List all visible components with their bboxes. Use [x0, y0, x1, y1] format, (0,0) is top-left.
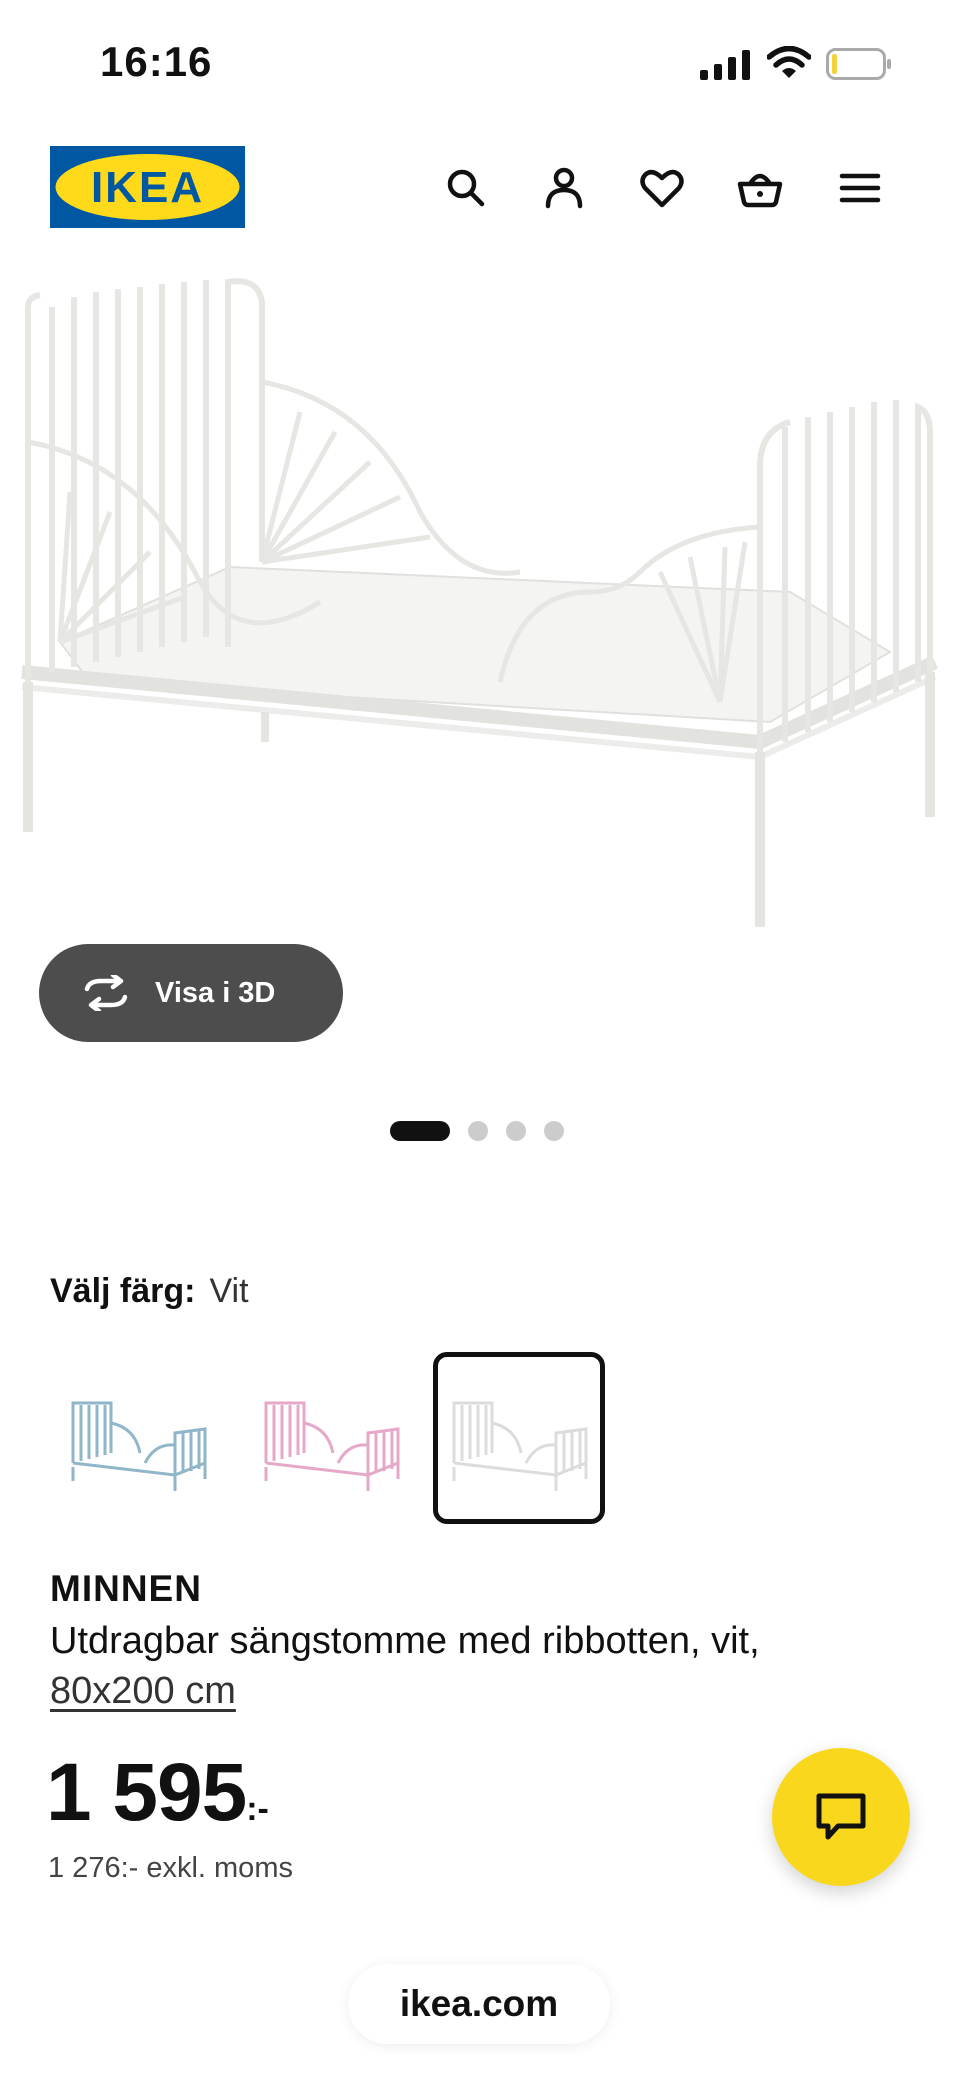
price-excl-vat: 1 276:- exkl. moms: [48, 1852, 293, 1884]
browser-url-bar[interactable]: ikea.com: [348, 1964, 610, 2044]
color-selector-row: Välj färg: Vit: [50, 1272, 249, 1311]
product-size-link[interactable]: 80x200 cm: [50, 1670, 236, 1712]
cellular-signal-icon: [700, 50, 750, 80]
color-swatch-blue[interactable]: [52, 1352, 224, 1524]
account-button[interactable]: [538, 162, 590, 214]
view-3d-label: Visa i 3D: [155, 976, 276, 1009]
carousel-dot-1[interactable]: [390, 1121, 450, 1141]
chat-icon: [816, 1793, 866, 1840]
price-suffix: :-: [246, 1790, 269, 1828]
basket-button[interactable]: [734, 162, 786, 214]
bed-thumbnail-white: [452, 1401, 588, 1491]
bed-thumbnail-blue: [71, 1401, 207, 1491]
color-swatch-white[interactable]: [433, 1352, 605, 1524]
view-3d-button[interactable]: Visa i 3D: [39, 944, 343, 1042]
site-header: IKEA: [0, 140, 960, 240]
product-price: 1 595:-: [46, 1746, 269, 1840]
battery-icon: [826, 48, 891, 80]
bed-thumbnail-pink: [264, 1401, 400, 1491]
carousel-dot-2[interactable]: [468, 1121, 488, 1141]
price-value: 1 595: [46, 1747, 247, 1838]
carousel-dot-4[interactable]: [544, 1121, 564, 1141]
rotate-3d-icon: [84, 975, 128, 1011]
search-icon: [447, 169, 485, 207]
search-button[interactable]: [440, 162, 492, 214]
menu-icon: [839, 173, 881, 203]
basket-icon: [737, 173, 783, 208]
color-swatch-pink[interactable]: [245, 1352, 417, 1524]
carousel-indicator: [390, 1120, 564, 1142]
logo-text: IKEA: [91, 163, 204, 212]
product-image[interactable]: [0, 262, 960, 952]
account-icon: [545, 167, 583, 209]
color-label: Välj färg:: [50, 1272, 196, 1310]
menu-button[interactable]: [834, 162, 886, 214]
product-description: Utdragbar sängstomme med ribbotten, vit,…: [50, 1616, 910, 1716]
ikea-logo[interactable]: IKEA: [50, 146, 245, 228]
favorites-button[interactable]: [636, 162, 688, 214]
chat-button[interactable]: [772, 1748, 910, 1886]
heart-icon: [640, 169, 684, 208]
wifi-icon: [767, 46, 811, 78]
status-time: 16:16: [100, 38, 213, 85]
carousel-dot-3[interactable]: [506, 1121, 526, 1141]
color-value: Vit: [209, 1272, 249, 1310]
product-name: MINNEN: [50, 1568, 202, 1609]
status-bar: 16:16: [0, 0, 960, 120]
product-description-text: Utdragbar sängstomme med ribbotten, vit,: [50, 1620, 760, 1662]
